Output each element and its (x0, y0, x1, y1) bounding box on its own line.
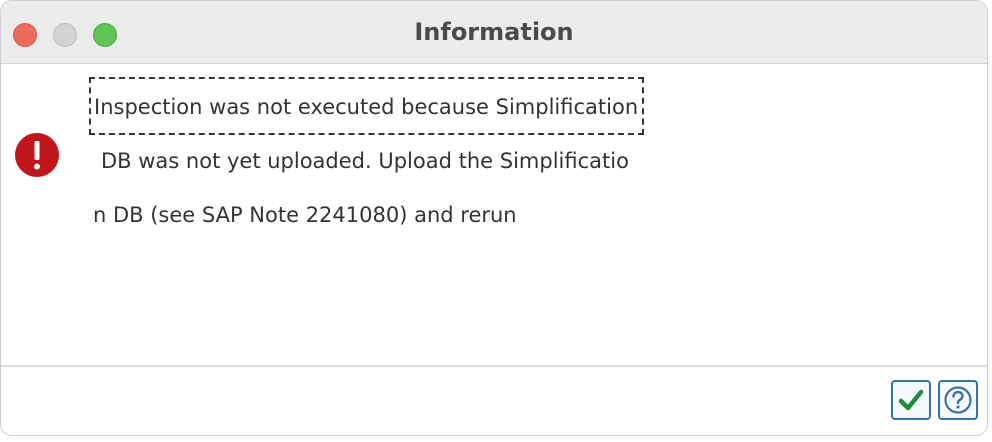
message-line-3: n DB (see SAP Note 2241080) and rerun (93, 203, 517, 227)
question-icon (944, 386, 972, 414)
error-icon (15, 133, 59, 177)
information-dialog: Information Inspection was not executed … (0, 0, 988, 436)
message-line-1: Inspection was not executed because Simp… (89, 77, 645, 135)
message-area: Inspection was not executed because Simp… (1, 64, 987, 366)
ok-button[interactable] (891, 380, 931, 420)
title-bar[interactable]: Information (1, 1, 987, 64)
checkmark-icon (898, 389, 924, 411)
help-button[interactable] (938, 380, 978, 420)
button-bar (1, 367, 987, 435)
dialog-title: Information (414, 18, 574, 46)
message-line-2: DB was not yet uploaded. Upload the Simp… (101, 149, 629, 173)
